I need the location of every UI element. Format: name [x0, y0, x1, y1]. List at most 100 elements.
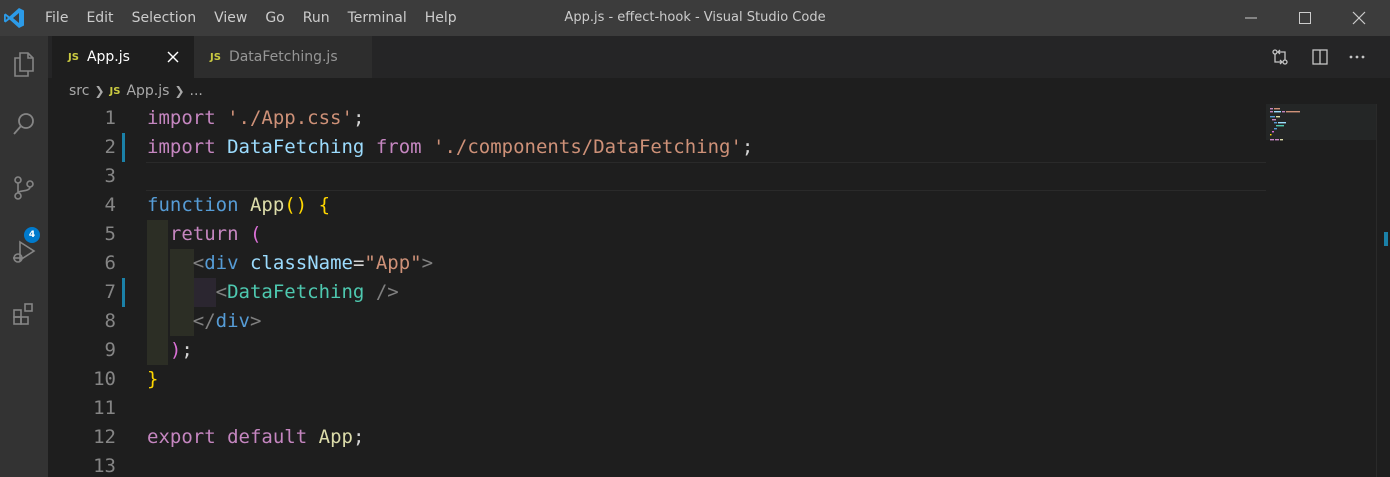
title-bar: File Edit Selection View Go Run Terminal…: [0, 0, 1390, 36]
line-number: 10: [93, 368, 116, 390]
maximize-icon: [1299, 12, 1311, 24]
menu-edit[interactable]: Edit: [77, 0, 122, 36]
token: >: [249, 310, 262, 332]
menu-view[interactable]: View: [205, 0, 256, 36]
token: return: [169, 223, 239, 245]
token: {: [318, 194, 331, 216]
open-changes-button[interactable]: [1269, 46, 1291, 68]
activity-bar: 4: [0, 36, 48, 477]
line-number: 4: [104, 194, 116, 216]
compare-changes-icon: [1272, 49, 1288, 65]
tab-bar: JS App.js JS DataFetching.js: [48, 36, 1390, 78]
token: (): [284, 194, 308, 216]
line-number: 11: [93, 397, 116, 419]
token: }: [147, 368, 159, 390]
ellipsis-icon: [1349, 55, 1365, 59]
line-number: 6: [104, 252, 116, 274]
line-number: 12: [93, 426, 116, 448]
code-line: 6 <div className="App">: [48, 249, 1268, 278]
vscode-logo-icon: [4, 8, 24, 28]
split-editor-icon: [1312, 49, 1328, 65]
token: ;: [181, 339, 193, 361]
token: </: [192, 310, 216, 332]
minimize-button[interactable]: [1228, 0, 1274, 36]
token: <: [192, 252, 205, 274]
line-number: 8: [104, 310, 116, 332]
code-line: 3: [48, 162, 1268, 191]
run-debug-button[interactable]: [0, 228, 48, 276]
maximize-button[interactable]: [1282, 0, 1328, 36]
token: =: [352, 252, 365, 274]
split-editor-button[interactable]: [1309, 46, 1331, 68]
code-line: 5 return (: [48, 220, 1268, 249]
source-control-icon: [14, 176, 34, 200]
token: <: [215, 281, 228, 303]
code-line: 4 function App() {: [48, 191, 1268, 220]
explorer-button[interactable]: [0, 40, 48, 88]
code-line: 11: [48, 394, 1268, 423]
code-editor[interactable]: 1 import './App.css'; 2 import DataFetch…: [48, 104, 1390, 477]
token: />: [364, 281, 399, 303]
token: App: [249, 194, 285, 216]
search-button[interactable]: [0, 100, 48, 148]
menu-file[interactable]: File: [36, 0, 77, 36]
extensions-button[interactable]: [0, 290, 48, 338]
tab-close-button[interactable]: [164, 48, 182, 66]
line-number: 9: [104, 339, 116, 361]
code-line: 1 import './App.css';: [48, 104, 1268, 133]
token: "App": [364, 252, 422, 274]
close-icon: [167, 51, 179, 63]
line-number: 7: [104, 281, 116, 303]
source-control-button[interactable]: [0, 164, 48, 212]
explorer-icon: [14, 52, 34, 77]
line-number: 3: [104, 165, 116, 187]
tab-app-js[interactable]: JS App.js: [52, 36, 194, 78]
menu-help[interactable]: Help: [416, 0, 466, 36]
breadcrumb-folder[interactable]: src: [69, 83, 89, 99]
breadcrumb: src ❯ JS App.js ❯ ...: [48, 78, 1390, 104]
chevron-right-icon: ❯: [94, 84, 105, 98]
js-file-icon: JS: [109, 85, 121, 97]
menu-selection[interactable]: Selection: [123, 0, 206, 36]
code-line: 10 }: [48, 365, 1268, 394]
tab-datafetching-js[interactable]: JS DataFetching.js: [194, 36, 372, 78]
token: './components/DataFetching': [433, 136, 742, 158]
code-line: 7 <DataFetching />: [48, 278, 1268, 307]
token: ;: [741, 136, 754, 158]
token: div: [204, 252, 239, 274]
minimap[interactable]: [1266, 104, 1376, 477]
token: DataFetching: [227, 136, 365, 158]
token: export: [147, 426, 216, 448]
vertical-scrollbar[interactable]: [1376, 104, 1390, 477]
more-actions-button[interactable]: [1346, 46, 1368, 68]
token: from: [375, 136, 422, 158]
extensions-icon: [13, 303, 33, 325]
token: className: [250, 252, 353, 274]
line-number: 5: [104, 223, 116, 245]
code-line: 12 export default App;: [48, 423, 1268, 452]
breadcrumb-file[interactable]: App.js: [126, 83, 169, 99]
tab-label: App.js: [86, 49, 130, 65]
close-window-button[interactable]: [1336, 0, 1382, 36]
token: import: [147, 136, 216, 158]
token: './App.css': [227, 107, 353, 129]
scrollbar-change-marker: [1384, 232, 1388, 246]
token: import: [147, 107, 216, 129]
token: div: [215, 310, 250, 332]
code-line: 13: [48, 452, 1268, 477]
minimize-icon: [1245, 17, 1257, 19]
breadcrumb-symbols[interactable]: ...: [190, 83, 203, 99]
token: function: [147, 194, 239, 216]
token: >: [421, 252, 434, 274]
menu-terminal[interactable]: Terminal: [339, 0, 416, 36]
js-file-icon: JS: [210, 51, 221, 63]
code-line: 9 );: [48, 336, 1268, 365]
code-line: 8 </div>: [48, 307, 1268, 336]
menu-go[interactable]: Go: [256, 0, 293, 36]
token: ;: [352, 426, 365, 448]
close-icon: [1352, 11, 1366, 25]
token: default: [227, 426, 308, 448]
tab-label: DataFetching.js: [228, 49, 338, 65]
token: DataFetching: [227, 281, 365, 303]
menu-run[interactable]: Run: [294, 0, 339, 36]
